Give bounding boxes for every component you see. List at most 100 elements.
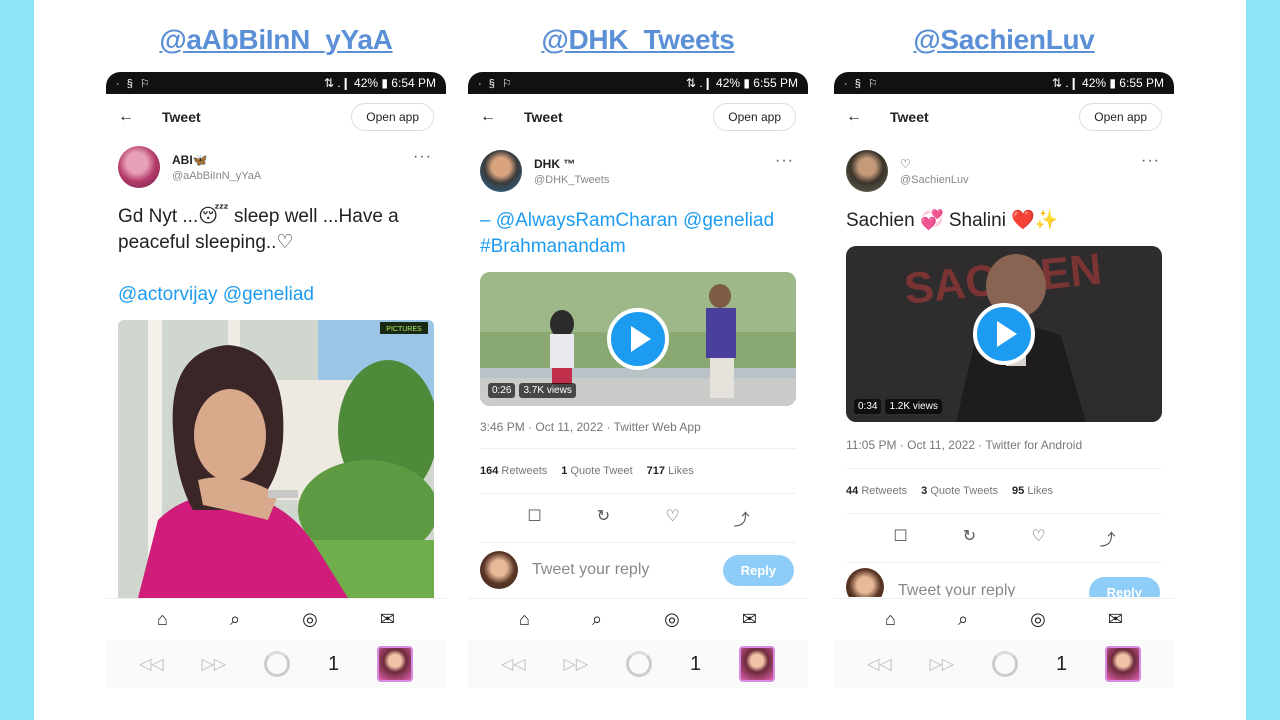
browser-back-icon[interactable]: ◁◁: [867, 654, 892, 674]
quote-tweets-stat[interactable]: 1 Quote Tweet: [561, 465, 632, 477]
tweet-timestamp[interactable]: 11:05 PM · Oct 11, 2022 · Twitter for An…: [846, 422, 1162, 469]
retweet-count: 164: [480, 465, 499, 477]
avatar: [846, 568, 884, 597]
likes-label: Likes: [1027, 485, 1054, 497]
tab-count[interactable]: 1: [328, 653, 339, 676]
back-arrow-icon[interactable]: ←: [480, 108, 510, 126]
reload-icon[interactable]: [992, 651, 1019, 677]
back-arrow-icon[interactable]: ←: [846, 108, 876, 126]
retweets-stat[interactable]: 164 Retweets: [480, 465, 547, 477]
tweet-stats: 164 Retweets 1 Quote Tweet 717 Likes: [480, 449, 796, 494]
home-icon[interactable]: ⌂: [885, 609, 896, 630]
browser-forward-icon[interactable]: ▷▷: [563, 654, 588, 674]
tab-thumbnail[interactable]: [1104, 646, 1141, 682]
messages-mail-icon[interactable]: ✉: [742, 609, 757, 630]
tweet-text: Sachien 💞 Shalini ❤️✨: [834, 198, 1174, 234]
avatar[interactable]: [846, 150, 888, 192]
share-icon[interactable]: ⤴: [730, 506, 754, 530]
video-views: 3.7K views: [519, 383, 576, 398]
browser-back-icon[interactable]: ◁◁: [139, 654, 164, 674]
reply-button[interactable]: Reply: [1088, 577, 1160, 597]
tweet-author: ♡ @SachienLuv ···: [834, 140, 1174, 198]
tab-count[interactable]: 1: [1056, 653, 1067, 676]
status-bar: · § ⚐ ⇅ .❙ 42% ▮ 6:55 PM: [834, 72, 1174, 94]
browser-back-icon[interactable]: ◁◁: [501, 654, 526, 674]
home-icon[interactable]: ⌂: [519, 609, 530, 630]
tweet-text-line[interactable]: #Brahmanandam: [480, 234, 796, 260]
tweet-text-line[interactable]: – @AlwaysRamCharan @geneliad: [480, 208, 796, 234]
quote-label: Quote Tweets: [930, 485, 999, 497]
like-heart-icon[interactable]: ♡: [661, 506, 685, 530]
video-duration: 0:34: [854, 399, 882, 414]
tweet-video[interactable]: 0:26 3.7K views: [480, 272, 796, 406]
avatar[interactable]: [480, 150, 522, 192]
back-arrow-icon[interactable]: ←: [118, 108, 148, 126]
tweet-video[interactable]: SACHIEN 0:34 1.2K views: [846, 246, 1162, 422]
search-icon[interactable]: ⌕: [958, 609, 968, 630]
open-app-button[interactable]: Open app: [351, 103, 434, 131]
quote-tweets-stat[interactable]: 3 Quote Tweets: [921, 485, 998, 497]
reply-icon[interactable]: ☐: [889, 526, 913, 550]
photo-corner-label: PICTURES: [386, 326, 422, 333]
video-info: 0:26 3.7K views: [488, 383, 576, 398]
tweet-mentions[interactable]: @actorvijay @geneliad: [118, 282, 434, 308]
avatar: [480, 551, 518, 589]
tweet-header-bar: ← Tweet Open app: [106, 94, 446, 140]
reply-input[interactable]: Tweet your reply: [532, 561, 649, 579]
status-right: ⇅ .❙ 42% ▮ 6:55 PM: [1051, 76, 1164, 90]
play-icon[interactable]: [973, 303, 1035, 365]
tweet-actions: ☐ ↻ ♡ ⤴: [846, 514, 1162, 563]
notifications-bell-icon[interactable]: ◎: [1030, 609, 1046, 630]
reply-input[interactable]: Tweet your reply: [898, 582, 1015, 597]
tweet-timestamp[interactable]: 3:46 PM · Oct 11, 2022 · Twitter Web App: [480, 406, 796, 449]
open-app-button[interactable]: Open app: [1079, 103, 1162, 131]
more-options-icon[interactable]: ···: [413, 148, 432, 166]
tab-count[interactable]: 1: [690, 653, 701, 676]
status-notification-icons: · § ⚐: [478, 77, 514, 90]
author-username[interactable]: @SachienLuv: [900, 174, 969, 186]
likes-stat[interactable]: 95 Likes: [1012, 485, 1053, 497]
author-username[interactable]: @DHK_Tweets: [534, 174, 609, 186]
tab-thumbnail[interactable]: [738, 646, 775, 682]
author-display-name[interactable]: ♡: [900, 157, 969, 171]
retweet-icon[interactable]: ↻: [592, 506, 616, 530]
play-icon[interactable]: [607, 308, 669, 370]
browser-forward-icon[interactable]: ▷▷: [929, 654, 954, 674]
search-icon[interactable]: ⌕: [230, 609, 240, 630]
reply-icon[interactable]: ☐: [523, 506, 547, 530]
share-icon[interactable]: ⤴: [1096, 526, 1120, 550]
author-display-name[interactable]: ABI🦋: [172, 153, 261, 167]
tweet-photo[interactable]: PICTURES: [118, 320, 434, 598]
collage-canvas: @aAbBiInN_yYaA · § ⚐ ⇅ .❙ 42% ▮ 6:54 PM …: [34, 0, 1246, 720]
reload-icon[interactable]: [264, 651, 291, 677]
messages-mail-icon[interactable]: ✉: [380, 609, 395, 630]
home-icon[interactable]: ⌂: [157, 609, 168, 630]
reply-button[interactable]: Reply: [722, 554, 794, 586]
open-app-button[interactable]: Open app: [713, 103, 796, 131]
avatar[interactable]: [118, 146, 160, 188]
likes-stat[interactable]: 717 Likes: [647, 465, 694, 477]
author-username[interactable]: @aAbBiInN_yYaA: [172, 170, 261, 182]
tweet-stats: 44 Retweets 3 Quote Tweets 95 Likes: [846, 469, 1162, 514]
author-display-name[interactable]: DHK ™: [534, 157, 609, 171]
messages-mail-icon[interactable]: ✉: [1108, 609, 1123, 630]
quote-count: 1: [561, 465, 568, 477]
photo-woman-in-pink: PICTURES: [118, 320, 434, 598]
more-options-icon[interactable]: ···: [1141, 152, 1160, 170]
notifications-bell-icon[interactable]: ◎: [664, 609, 680, 630]
notifications-bell-icon[interactable]: ◎: [302, 609, 318, 630]
tweet-text[interactable]: – @AlwaysRamCharan @geneliad #Brahmanand…: [468, 198, 808, 260]
like-count: 717: [646, 465, 665, 477]
tab-thumbnail[interactable]: [376, 646, 413, 682]
bottom-nav: ⌂ ⌕ ◎ ✉: [468, 598, 808, 640]
search-icon[interactable]: ⌕: [592, 609, 602, 630]
like-heart-icon[interactable]: ♡: [1027, 526, 1051, 550]
more-options-icon[interactable]: ···: [775, 152, 794, 170]
quote-count: 3: [921, 485, 928, 497]
retweets-stat[interactable]: 44 Retweets: [846, 485, 907, 497]
browser-forward-icon[interactable]: ▷▷: [201, 654, 226, 674]
status-notification-icons: · § ⚐: [116, 77, 152, 90]
reload-icon[interactable]: [626, 651, 653, 677]
retweet-icon[interactable]: ↻: [958, 526, 982, 550]
reply-composer: Tweet your reply Reply: [834, 563, 1174, 597]
